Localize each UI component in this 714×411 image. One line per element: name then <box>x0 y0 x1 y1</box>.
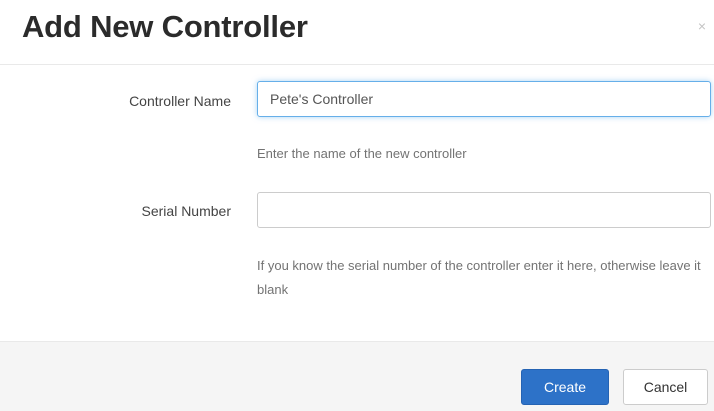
controller-name-input[interactable] <box>257 81 711 117</box>
controller-name-help: Enter the name of the new controller <box>257 146 467 161</box>
dialog-header: Add New Controller × <box>0 0 714 65</box>
dialog-title: Add New Controller <box>22 9 308 44</box>
close-icon[interactable]: × <box>698 19 706 33</box>
serial-number-help: If you know the serial number of the con… <box>257 258 701 297</box>
serial-number-input[interactable] <box>257 192 711 228</box>
controller-name-label: Controller Name <box>129 93 231 109</box>
cancel-button[interactable]: Cancel <box>623 369 708 405</box>
create-button[interactable]: Create <box>521 369 609 405</box>
serial-number-label: Serial Number <box>141 203 231 219</box>
dialog-footer: Create Cancel <box>0 341 714 411</box>
add-controller-dialog: Add New Controller × Controller Name Ent… <box>0 0 714 411</box>
dialog-body: Controller Name Enter the name of the ne… <box>0 65 714 341</box>
